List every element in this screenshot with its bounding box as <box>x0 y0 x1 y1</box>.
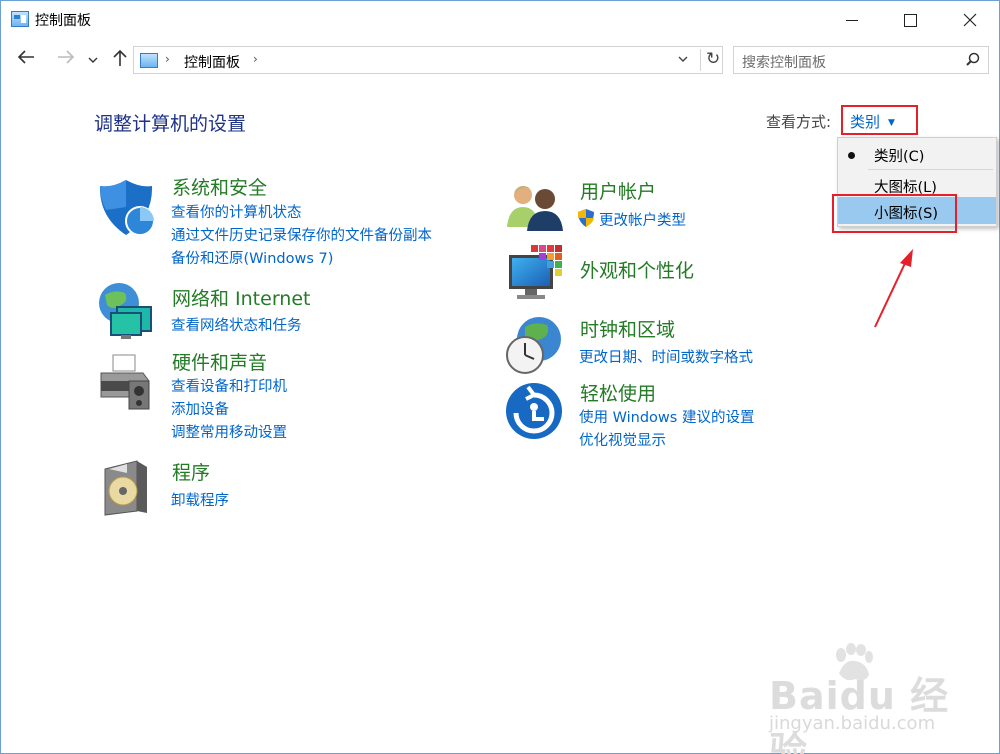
menu-divider <box>868 169 993 170</box>
search-icon[interactable] <box>966 52 980 66</box>
users-icon[interactable] <box>505 179 567 241</box>
link-mobility-settings[interactable]: 调整常用移动设置 <box>171 421 287 442</box>
programs-disc-icon[interactable] <box>97 457 159 519</box>
link-optimize-visual-display[interactable]: 优化视觉显示 <box>579 429 666 450</box>
up-arrow-icon <box>113 49 127 66</box>
shield-icon[interactable] <box>96 177 158 239</box>
window-title: 控制面板 <box>35 13 91 29</box>
selected-bullet-icon <box>848 152 855 159</box>
view-by-label: 查看方式: <box>766 113 832 131</box>
link-devices-printers[interactable]: 查看设备和打印机 <box>171 375 287 396</box>
link-change-date-time[interactable]: 更改日期、时间或数字格式 <box>579 346 753 367</box>
control-panel-window: 控制面板 › 控制面板 › ↻ 搜索控制面板 调整计算机的设置 查看方式: 类别… <box>0 0 1000 754</box>
clock-globe-icon[interactable] <box>503 315 565 377</box>
search-input[interactable]: 搜索控制面板 <box>733 46 989 74</box>
uac-shield-icon <box>578 209 594 227</box>
category-ease-of-access[interactable]: 轻松使用 <box>580 379 656 406</box>
category-system-security[interactable]: 系统和安全 <box>172 173 267 200</box>
menu-item-category-label: 类别(C) <box>874 149 925 165</box>
annotation-arrow-icon <box>874 249 913 328</box>
watermark-url: jingyan.baidu.com <box>769 713 936 734</box>
forward-arrow-icon <box>58 50 75 64</box>
printer-icon[interactable] <box>95 351 157 413</box>
monitor-palette-icon[interactable] <box>505 243 567 305</box>
close-icon <box>963 13 977 27</box>
up-button[interactable] <box>107 49 133 72</box>
category-programs[interactable]: 程序 <box>172 458 210 485</box>
maximize-icon <box>903 13 917 27</box>
search-placeholder: 搜索控制面板 <box>742 55 826 71</box>
minimize-button[interactable] <box>829 1 875 39</box>
view-by-dropdown[interactable]: 类别 ▼ <box>841 105 918 135</box>
caret-down-icon: ▼ <box>888 118 895 128</box>
refresh-button[interactable]: ↻ <box>700 49 720 71</box>
baidu-watermark: Baidu 经验 jingyan.baidu.com <box>761 641 981 754</box>
link-file-history[interactable]: 通过文件历史记录保存你的文件备份副本 <box>171 224 432 245</box>
chevron-right-icon[interactable]: › <box>253 52 258 66</box>
title-bar: 控制面板 <box>1 1 999 39</box>
ease-of-access-icon[interactable] <box>504 381 566 443</box>
address-bar[interactable]: › 控制面板 › ↻ <box>133 46 723 74</box>
chevron-right-icon[interactable]: › <box>165 52 170 66</box>
breadcrumb-control-panel[interactable]: 控制面板 <box>184 52 240 72</box>
link-view-computer-status[interactable]: 查看你的计算机状态 <box>171 201 302 222</box>
link-uninstall-program[interactable]: 卸载程序 <box>171 489 229 510</box>
category-appearance-personalization[interactable]: 外观和个性化 <box>580 256 694 283</box>
menu-item-category[interactable]: 类别(C) <box>838 140 996 167</box>
category-clock-region[interactable]: 时钟和区域 <box>580 315 675 342</box>
address-dropdown-icon[interactable] <box>678 52 688 66</box>
recent-locations-button[interactable] <box>83 53 103 67</box>
close-button[interactable] <box>947 1 993 39</box>
link-change-account-type[interactable]: 更改帐户类型 <box>599 209 686 230</box>
link-network-status[interactable]: 查看网络状态和任务 <box>171 314 302 335</box>
link-backup-restore[interactable]: 备份和还原(Windows 7) <box>171 247 333 268</box>
navigation-bar: › 控制面板 › ↻ 搜索控制面板 <box>1 41 999 81</box>
back-button[interactable] <box>13 49 39 70</box>
forward-button[interactable] <box>53 49 79 70</box>
back-arrow-icon <box>17 50 34 64</box>
chevron-down-icon <box>88 57 98 63</box>
link-recommended-settings[interactable]: 使用 Windows 建议的设置 <box>579 406 754 427</box>
page-title: 调整计算机的设置 <box>94 113 247 135</box>
category-network-internet[interactable]: 网络和 Internet <box>172 284 310 311</box>
network-globe-icon[interactable] <box>95 281 157 343</box>
annotation-highlight-box <box>832 194 957 233</box>
control-panel-icon <box>140 53 158 68</box>
maximize-button[interactable] <box>887 1 933 39</box>
control-panel-icon <box>11 11 29 27</box>
link-add-device[interactable]: 添加设备 <box>171 398 229 419</box>
view-by-value: 类别 <box>850 113 881 131</box>
category-user-accounts[interactable]: 用户帐户 <box>580 177 656 204</box>
category-hardware-sound[interactable]: 硬件和声音 <box>172 348 267 375</box>
minimize-icon <box>846 19 858 21</box>
watermark-brand: Baidu 经验 <box>769 674 950 754</box>
